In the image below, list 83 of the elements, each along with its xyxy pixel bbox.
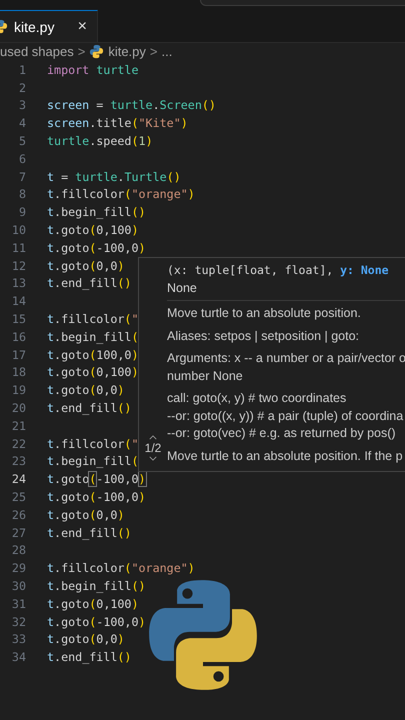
line-number: 28 xyxy=(10,543,26,558)
line-number: 1 xyxy=(18,62,26,77)
line-number: 33 xyxy=(10,632,26,646)
line-number: 6 xyxy=(18,152,26,166)
doc-text: --or: goto((x, y)) # a pair (tuple) of coordina xyxy=(167,408,404,425)
code-line: import turtle xyxy=(47,62,138,77)
code-line: t.fillcolor(" xyxy=(47,436,139,451)
doc-text: --or: goto(vec) # e.g. as returned by pos() xyxy=(167,425,397,442)
line-number: 13 xyxy=(10,276,26,290)
overload-counter: 1/2 xyxy=(144,441,162,455)
code-line: t.begin_fill() xyxy=(47,579,146,593)
line-number: 5 xyxy=(18,134,26,148)
code-line: t.goto(0,100) xyxy=(47,365,139,380)
code-line: t.fillcolor("orange") xyxy=(47,187,195,202)
code-line: screen.title("Kite") xyxy=(47,116,188,130)
doc-text: Move turtle to an absolute position. If the p xyxy=(167,448,404,465)
line-number: 9 xyxy=(18,205,26,220)
line-number: 17 xyxy=(10,348,26,362)
line-number: 26 xyxy=(10,508,26,522)
line-number: 19 xyxy=(10,383,26,398)
python-file-icon xyxy=(89,44,104,59)
line-number: 4 xyxy=(18,116,26,130)
code-line: t.end_fill() xyxy=(47,650,132,664)
line-number: 21 xyxy=(10,418,26,433)
line-number: 27 xyxy=(10,526,26,540)
doc-text: number None xyxy=(167,368,244,384)
code-line: t.end_fill() xyxy=(47,276,132,290)
code-line: t.end_fill() xyxy=(47,526,132,540)
line-number: 25 xyxy=(10,490,26,504)
line-number: 29 xyxy=(10,561,26,576)
line-number: 18 xyxy=(10,365,26,380)
code-line: t.fillcolor(" xyxy=(47,312,139,326)
code-line: t.goto(0,0) xyxy=(47,383,124,398)
code-line: t.goto(0,0) xyxy=(47,508,124,522)
doc-text: call: goto(x, y) # two coordinates xyxy=(167,390,348,407)
code-line: t.begin_fill() xyxy=(47,205,146,220)
line-number: 14 xyxy=(10,294,26,308)
line-number: 2 xyxy=(18,80,26,95)
code-line: t.goto(-100,0) xyxy=(47,472,146,486)
line-number: 31 xyxy=(10,596,26,611)
code-line: t.goto(0,0) xyxy=(47,258,124,273)
code-line: t.goto(-100,0) xyxy=(47,614,146,629)
signature-text: (x: tuple[float, float], y: None xyxy=(167,262,390,279)
breadcrumb-item[interactable]: ... xyxy=(162,44,172,59)
line-number: 12 xyxy=(10,258,26,273)
code-line: t.goto(-100,0) xyxy=(47,240,146,255)
doc-text: Move turtle to an absolute position. xyxy=(167,305,362,322)
breadcrumb-item[interactable]: used shapes xyxy=(0,44,74,59)
code-line: t.begin_fill( xyxy=(47,330,138,344)
code-line: t.goto(0,100) xyxy=(47,223,139,238)
line-number: 10 xyxy=(10,223,26,238)
chevron-up-icon[interactable] xyxy=(149,435,157,440)
close-icon[interactable]: × xyxy=(78,18,87,36)
breadcrumb-separator: > xyxy=(78,44,86,59)
line-number: 30 xyxy=(10,579,26,593)
line-number: 20 xyxy=(10,401,26,416)
breadcrumb-separator: > xyxy=(150,44,158,59)
code-line: t.goto(0,100) xyxy=(47,596,139,611)
line-number: 32 xyxy=(10,614,26,629)
editor-tab[interactable]: kite.py × xyxy=(0,10,98,42)
code-line: t = turtle.Turtle() xyxy=(47,170,181,184)
code-line: t.goto(100,0) xyxy=(47,348,139,362)
line-number: 15 xyxy=(10,312,26,326)
line-number: 11 xyxy=(10,240,26,255)
line-number: 34 xyxy=(10,650,26,664)
line-number: 8 xyxy=(18,187,26,202)
doc-text: Aliases: setpos | setposition | goto: xyxy=(167,328,360,345)
code-line: t.end_fill() xyxy=(47,401,132,416)
return-type-text: None xyxy=(167,280,198,297)
line-number: 23 xyxy=(10,454,26,468)
line-number: 3 xyxy=(18,98,26,112)
code-line: t.goto(0,0) xyxy=(47,632,124,646)
line-number: 16 xyxy=(10,330,26,344)
code-line: screen = turtle.Screen() xyxy=(47,98,216,112)
code-line: t.fillcolor("orange") xyxy=(47,561,195,576)
line-number: 24 xyxy=(10,472,26,486)
breadcrumb-item[interactable]: kite.py xyxy=(108,44,146,59)
chevron-down-icon[interactable] xyxy=(149,456,157,461)
line-number: 22 xyxy=(10,436,26,451)
code-line: t.begin_fill( xyxy=(47,454,138,468)
code-line: turtle.speed(1) xyxy=(47,134,153,148)
code-line: t.goto(-100,0) xyxy=(47,490,146,504)
line-number: 7 xyxy=(18,170,26,184)
